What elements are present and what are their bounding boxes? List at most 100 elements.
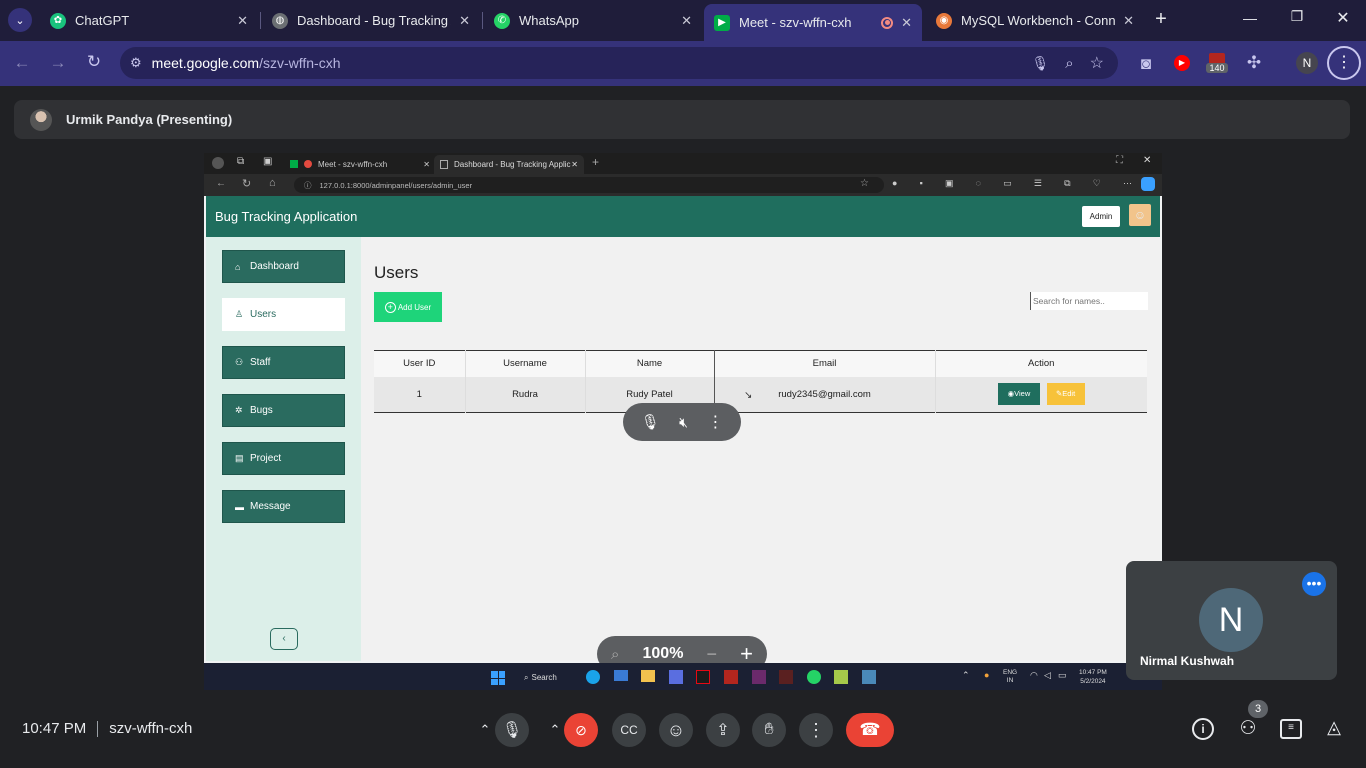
activities-icon[interactable]: ◬ <box>1322 717 1346 741</box>
people-icon[interactable]: ⚇ <box>1236 717 1260 741</box>
video-options-chevron-icon[interactable]: ⌃ <box>544 713 566 747</box>
collapse-sidebar-button[interactable]: ‹ <box>270 628 298 650</box>
app-blue-icon[interactable] <box>861 670 876 684</box>
taskbar-clock[interactable]: 10:47 PM 5/2/2024 <box>1079 668 1107 686</box>
search-input[interactable] <box>1030 292 1148 310</box>
mic-off-icon[interactable]: 🎙︎ <box>641 413 660 431</box>
app-purple-icon[interactable] <box>751 670 766 684</box>
volume-off-icon[interactable]: 🔇︎ <box>679 414 688 431</box>
extension-badge-icon[interactable]: 140 <box>1206 53 1228 77</box>
camera-off-button[interactable]: ⊘ <box>564 713 598 747</box>
tab-meet[interactable]: ▶ Meet - szv-wffn-cxh ✕ <box>704 4 922 41</box>
home-icon[interactable]: ⌂ <box>269 177 276 189</box>
tab-mysql[interactable]: ◉ MySQL Workbench - Connec ✕ <box>926 6 1144 35</box>
netflix-icon[interactable] <box>696 670 711 684</box>
tab-search-button[interactable]: ⌄ <box>8 8 32 32</box>
close-icon[interactable]: ✕ <box>1123 13 1134 29</box>
wifi-icon[interactable]: ◠ <box>1030 670 1038 681</box>
sidebar-item-project[interactable]: ▤ Project <box>222 442 345 475</box>
admin-avatar[interactable]: ☺ <box>1129 204 1151 226</box>
copilot-icon[interactable] <box>1141 177 1155 191</box>
tab-chatgpt[interactable]: ✿ ChatGPT ✕ <box>40 6 258 35</box>
inner-tab-dashboard[interactable]: Dashboard - Bug Tracking Applic ✕ <box>434 155 584 174</box>
address-bar[interactable]: ⚙ meet.google.com /szv-wffn-cxh 🎙︎ ⌕ ☆ <box>120 47 1118 79</box>
edit-button[interactable]: ✎Edit <box>1046 383 1085 406</box>
mail-icon[interactable] <box>613 670 628 681</box>
admin-button[interactable]: Admin <box>1082 206 1120 227</box>
folder-icon[interactable] <box>641 670 656 682</box>
vs-icon[interactable] <box>668 670 683 684</box>
tray-mic-icon[interactable]: ● <box>984 670 989 680</box>
microphone-button[interactable]: 🎙︎ <box>495 713 529 747</box>
chrome-menu-button[interactable]: ⋮ <box>1327 46 1361 80</box>
minimize-button[interactable]: — <box>1236 10 1264 26</box>
taskbar-search[interactable]: ⌕ Search <box>524 670 564 685</box>
add-user-button[interactable]: + Add User <box>374 292 442 322</box>
volume-icon[interactable]: ◁ <box>1044 670 1051 681</box>
battery-icon[interactable]: ▭ <box>1058 670 1067 681</box>
language-indicator[interactable]: ENG IN <box>1003 669 1017 685</box>
new-tab-icon[interactable]: + <box>592 155 599 169</box>
zoom-icon[interactable]: ⌕ <box>1065 55 1073 72</box>
more-options-button[interactable]: ⋮ <box>799 713 833 747</box>
raise-hand-button[interactable]: ✋︎ <box>752 713 786 747</box>
captions-button[interactable]: CC <box>612 713 646 747</box>
restore-button[interactable]: ❐ <box>1283 8 1311 25</box>
whatsapp-icon[interactable] <box>806 670 821 684</box>
tray-chevron-icon[interactable]: ⌃ <box>962 670 970 681</box>
participant-tile[interactable]: N ••• Nirmal Kushwah <box>1126 561 1337 680</box>
extensions-puzzle-icon[interactable]: ✣ <box>1242 53 1266 73</box>
more-options-icon[interactable]: ⋮ <box>707 412 723 432</box>
emoji-button[interactable]: ☺ <box>659 713 693 747</box>
reload-icon[interactable]: ↻ <box>82 52 106 72</box>
inner-extension-icons[interactable]: ● ▪ ▣ ◌ ▭ ☰ ⧉ ♡ ⋯ <box>892 178 1132 189</box>
plus-circle-icon: + <box>384 301 396 313</box>
close-icon[interactable]: ✕ <box>459 13 470 29</box>
leave-call-button[interactable]: ☎︎ <box>846 713 894 747</box>
close-icon[interactable]: ✕ <box>571 160 578 169</box>
meeting-details-icon[interactable]: i <box>1192 718 1214 740</box>
mysql-icon: ◉ <box>936 12 952 29</box>
sidebar-item-bugs[interactable]: ✲ Bugs <box>222 394 345 427</box>
inner-tab-meet[interactable]: Meet - szv-wffn-cxh ✕ <box>290 155 430 173</box>
staff-icon: ⚇ <box>235 357 244 367</box>
app-dark-icon[interactable] <box>779 670 794 684</box>
app-red-icon[interactable] <box>723 670 738 684</box>
back-icon[interactable]: ← <box>216 178 226 189</box>
back-icon[interactable]: ← <box>10 53 34 73</box>
camera-extension-icon[interactable]: ◙ <box>1134 54 1158 74</box>
zoom-icon[interactable]: ⌕ <box>611 646 619 663</box>
close-icon[interactable]: ✕ <box>681 13 692 29</box>
close-icon[interactable]: ✕ <box>901 15 912 31</box>
audio-options-chevron-icon[interactable]: ⌃ <box>474 713 496 747</box>
windows-start-icon[interactable] <box>491 671 505 685</box>
sidebar-item-staff[interactable]: ⚇ Staff <box>222 346 345 379</box>
view-button[interactable]: ◉View <box>997 383 1040 406</box>
inner-url-field[interactable]: ⓘ 127.0.0.1:8000/adminpanel/users/admin_… <box>294 177 884 193</box>
microphone-icon[interactable]: 🎙︎ <box>1031 55 1049 72</box>
forward-icon[interactable]: → <box>46 53 70 73</box>
chat-icon[interactable]: ≡ <box>1280 719 1302 739</box>
sidebar-item-users[interactable]: ♙ Users <box>222 298 345 331</box>
close-window-button[interactable]: ✕ <box>1329 8 1357 28</box>
favorite-icon[interactable]: ☆ <box>860 178 869 189</box>
site-info-icon[interactable]: ⚙ <box>130 55 142 71</box>
tab-dashboard[interactable]: ◍ Dashboard - Bug Tracking Ap ✕ <box>262 6 480 35</box>
reload-icon[interactable]: ↻ <box>242 177 251 190</box>
participant-more-button[interactable]: ••• <box>1302 572 1326 596</box>
minimize-icon[interactable]: ⛶ <box>1116 155 1123 166</box>
close-icon[interactable]: ✕ <box>423 160 430 169</box>
tab-whatsapp[interactable]: ✆ WhatsApp ✕ <box>484 6 702 35</box>
edge-icon[interactable] <box>586 670 600 684</box>
close-icon[interactable]: ✕ <box>237 13 248 29</box>
new-tab-button[interactable]: + <box>1150 8 1172 30</box>
bookmark-star-icon[interactable]: ☆ <box>1090 53 1104 73</box>
profile-avatar[interactable]: N <box>1296 52 1318 74</box>
app-green-icon[interactable] <box>834 670 849 684</box>
sidebar-item-message[interactable]: ▬ Message <box>222 490 345 523</box>
zoom-out-button[interactable]: − <box>707 644 718 665</box>
youtube-extension-icon[interactable]: ▶ <box>1174 55 1190 71</box>
sidebar-item-dashboard[interactable]: ⌂ Dashboard <box>222 250 345 283</box>
present-button[interactable]: ⇪ <box>706 713 740 747</box>
close-icon[interactable]: ✕ <box>1143 155 1151 166</box>
